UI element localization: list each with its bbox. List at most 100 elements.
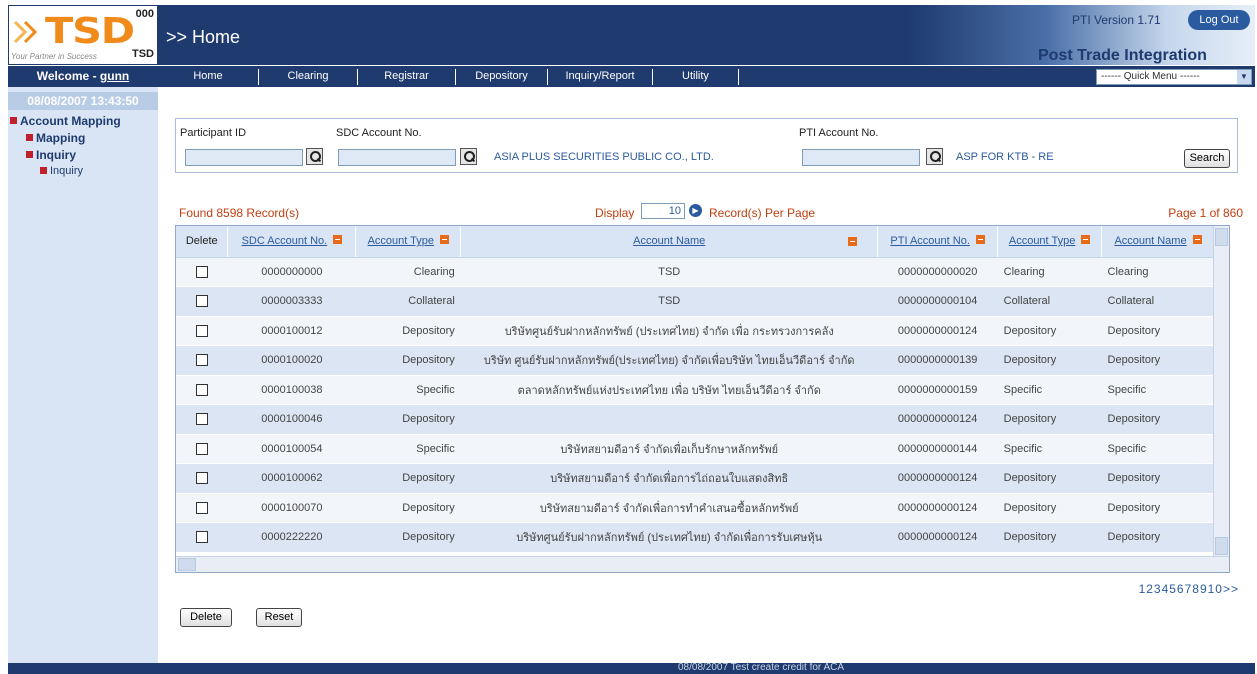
welcome-label: Welcome - gunn [8,66,158,87]
sdc-account-type-cell: Depository [355,404,461,435]
tree-mapping[interactable]: Mapping [26,131,85,145]
horizontal-scrollbar[interactable] [176,556,1229,572]
reset-button[interactable]: Reset [256,608,302,627]
go-arrow-icon[interactable]: ▶ [689,204,702,217]
pti-lookup-icon[interactable] [926,148,943,165]
col-delete: Delete [176,226,229,258]
pti-account-type-cell: Depository [997,522,1102,553]
pti-account-label: PTI Account No. [799,127,879,139]
table-row[interactable]: 0000100070 Depository บริษัทสยามดีอาร์ จำก… [176,493,1215,523]
session-datetime: 08/08/2007 13:43:50 [8,92,158,110]
menu-inquiry-report[interactable]: Inquiry/Report [548,66,652,87]
col-label[interactable]: PTI Account No. [890,235,969,247]
sort-icon[interactable] [1192,234,1202,244]
collapse-icon[interactable] [10,117,17,125]
col-label[interactable]: Account Name [633,235,705,247]
delete-cell [176,257,228,287]
expand-icon[interactable] [26,134,33,142]
sdc-account-type-cell: Collateral [355,286,461,317]
delete-checkbox[interactable] [195,501,208,514]
table-row[interactable]: 0000100046 Depository 0000000000124 Deposit… [176,404,1215,435]
sdc-account-cell: 0000100062 [227,463,356,494]
menu-clearing[interactable]: Clearing [259,66,357,87]
menu-depository[interactable]: Depository [456,66,547,87]
logout-button[interactable]: Log Out [1188,10,1250,30]
tree-inquiry-leaf[interactable]: Inquiry [40,165,83,177]
tree-inquiry[interactable]: Inquiry [26,148,76,162]
pti-account-cell: 0000000000139 [877,345,998,376]
col-sdc-account-type[interactable]: Account Type [355,226,462,258]
col-label[interactable]: Account Type [1009,235,1075,247]
table-row[interactable]: 0000003333 Collateral TSD 0000000000104 Coll… [176,286,1215,317]
participant-name: TSD [132,48,154,60]
col-pti-account[interactable]: PTI Account No. [877,226,999,258]
display-label: Display [595,206,635,220]
pti-account-cell: 0000000000159 [877,375,998,405]
scroll-down-button[interactable] [1215,537,1228,555]
col-label[interactable]: Account Type [368,235,434,247]
account-mapping-table: Delete SDC Account No. Account Type Acco… [175,225,1230,573]
sdc-lookup-icon[interactable] [460,148,477,165]
menu-registrar[interactable]: Registrar [358,66,455,87]
sort-icon[interactable] [975,234,985,244]
table-row[interactable]: 0000100054 Specific บริษัทสยามดีอาร์ จำกัด… [176,434,1215,464]
delete-checkbox[interactable] [195,295,208,308]
table-row[interactable]: 0000100012 Depository บริษัทศูนย์รับฝากหลั… [176,316,1215,346]
tree-account-mapping[interactable]: Account Mapping [10,114,121,128]
col-label[interactable]: Account Name [1114,235,1186,247]
delete-checkbox[interactable] [195,383,208,396]
sort-icon[interactable] [848,237,858,246]
pti-account-name-cell: Depository [1101,345,1215,376]
sdc-account-name-cell [460,404,878,435]
col-pti-account-name[interactable]: Account Name [1101,226,1215,258]
pti-account-type-cell: Depository [997,316,1102,346]
page-size-input[interactable] [641,203,685,219]
table-row[interactable]: 0000100020 Depository บริษัท ศูนย์รับฝากหล… [176,345,1215,376]
scroll-left-button[interactable] [178,558,196,571]
scroll-up-button[interactable] [1215,228,1228,246]
table-row[interactable]: 0000100038 Specific ตลาดหลักทรัพย์แห่งประเ… [176,375,1215,405]
collapse-icon[interactable] [26,151,33,159]
chevron-down-icon[interactable]: ▼ [1237,70,1251,84]
col-sdc-account[interactable]: SDC Account No. [227,226,357,258]
col-label[interactable]: SDC Account No. [242,235,328,247]
delete-checkbox[interactable] [195,324,208,337]
menu-home[interactable]: Home [158,66,258,87]
sdc-account-name-cell: ตลาดหลักทรัพย์แห่งประเทศไทย เพื่อ บริษัท… [460,375,878,405]
pti-account-input[interactable] [802,149,920,166]
username-link[interactable]: gunn [100,69,129,83]
sort-icon[interactable] [440,234,450,244]
sort-icon[interactable] [1081,234,1091,244]
sdc-account-type-cell: Depository [355,316,461,346]
delete-button[interactable]: Delete [180,608,232,627]
quick-menu-select[interactable]: ------ Quick Menu ------ ▼ [1096,69,1252,85]
delete-checkbox[interactable] [195,265,208,278]
participant-id-input[interactable] [185,149,303,166]
pti-account-description: ASP FOR KTB - RE [956,151,1054,163]
participant-lookup-icon[interactable] [306,148,323,165]
breadcrumb: >> Home [166,27,241,47]
vertical-scrollbar[interactable] [1213,226,1229,557]
col-pti-account-type[interactable]: Account Type [997,226,1103,258]
delete-checkbox[interactable] [195,413,208,426]
sdc-account-input[interactable] [338,149,456,166]
table-row[interactable]: 0000222220 Depository บริษัทศูนย์รับฝากหลั… [176,522,1215,553]
table-row[interactable]: 0000000000 Clearing TSD 0000000000020 Cleari… [176,257,1215,287]
pti-account-type-cell: Depository [997,463,1102,494]
pagination[interactable]: 12345678910>> [1139,582,1239,596]
delete-checkbox[interactable] [195,442,208,455]
delete-checkbox[interactable] [195,354,208,367]
col-sdc-account-name[interactable]: Account Name [460,226,879,258]
sdc-account-type-cell: Depository [355,493,461,523]
sdc-account-type-cell: Depository [355,463,461,494]
delete-cell [176,522,228,553]
delete-checkbox[interactable] [195,531,208,544]
delete-checkbox[interactable] [195,472,208,485]
menu-utility[interactable]: Utility [653,66,738,87]
table-row[interactable]: 0000100062 Depository บริษัทสยามดีอาร์ จำก… [176,463,1215,494]
sort-icon[interactable] [333,234,343,244]
record-count: Found 8598 Record(s) [179,206,300,220]
search-button[interactable]: Search [1184,149,1230,168]
delete-cell [176,404,228,435]
sdc-account-cell: 0000100046 [227,404,356,435]
